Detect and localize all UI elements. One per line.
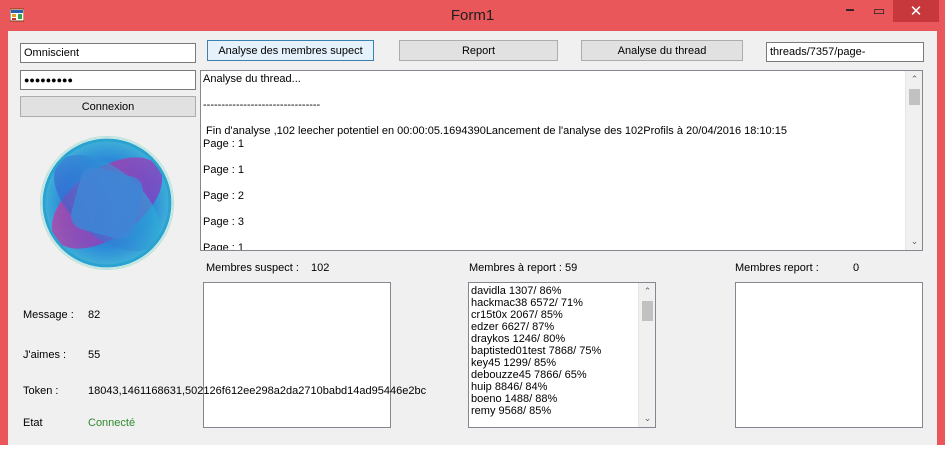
analyse-thread-button[interactable]: Analyse du thread — [581, 40, 743, 61]
scroll-down-icon[interactable]: ⌄ — [639, 410, 655, 427]
to-report-scroll-thumb[interactable] — [642, 301, 653, 321]
report-button[interactable]: Report — [399, 40, 558, 61]
connect-button[interactable]: Connexion — [20, 96, 196, 117]
title-bar[interactable]: Form1 🗕 ▭ ✕ — [0, 0, 945, 31]
close-icon: ✕ — [909, 3, 923, 20]
message-value: 82 — [88, 309, 101, 321]
log-line: Fin d'analyse ,102 leecher potentiel en … — [203, 125, 787, 137]
list-item[interactable]: edzer 6627/ 87% — [469, 321, 655, 333]
form-client-area: Omniscient ●●●●●●●●● Connexion Analyse d… — [8, 31, 937, 445]
list-item[interactable]: draykos 1246/ 80% — [469, 333, 655, 345]
list-item[interactable]: hackmac38 6572/ 71% — [469, 297, 655, 309]
scroll-down-icon[interactable]: ⌄ — [906, 233, 922, 250]
suspects-count: 102 — [311, 262, 330, 274]
minimize-icon: 🗕 — [845, 1, 855, 16]
log-textbox[interactable]: Analyse du thread... --------------------… — [200, 70, 923, 251]
log-line: Page : 3 — [203, 216, 244, 228]
state-label: Etat — [23, 417, 43, 429]
log-lines: Analyse du thread... --------------------… — [201, 71, 922, 251]
log-line: Page : 1 — [203, 138, 244, 150]
message-label: Message : — [23, 309, 74, 321]
app-window: Form1 🗕 ▭ ✕ Omniscient ●●●●●●●●● Connexi… — [0, 0, 945, 452]
list-item[interactable]: davidla 1307/ 86% — [469, 285, 655, 297]
state-value: Connecté — [88, 417, 136, 429]
minimize-button[interactable]: 🗕 — [835, 0, 865, 22]
thread-url-input[interactable]: threads/7357/page- — [766, 42, 924, 62]
reported-label: Membres report : — [735, 262, 819, 274]
to-report-scrollbar[interactable]: ⌃ ⌄ — [638, 283, 655, 427]
background-peek — [0, 445, 945, 452]
close-button[interactable]: ✕ — [893, 0, 939, 22]
suspects-listbox[interactable] — [203, 282, 391, 428]
to-report-listbox[interactable]: davidla 1307/ 86% hackmac38 6572/ 71% cr15… — [468, 282, 656, 428]
log-line: Page : 1 — [203, 164, 244, 176]
maximize-button[interactable]: ▭ — [865, 0, 893, 22]
list-item[interactable]: cr15t0x 2067/ 85% — [469, 309, 655, 321]
log-line: Analyse du thread... — [203, 73, 301, 85]
log-scroll-thumb[interactable] — [909, 89, 920, 105]
list-item[interactable]: remy 9568/ 85% — [469, 405, 655, 417]
log-scrollbar[interactable]: ⌃ ⌄ — [905, 71, 922, 250]
list-item[interactable]: baptisted01test 7868/ 75% — [469, 345, 655, 357]
username-input[interactable]: Omniscient — [20, 43, 196, 63]
token-value: 18043,1461168631,502126f612ee298a2da2710… — [88, 385, 427, 397]
to-report-label: Membres à report : 59 — [469, 262, 578, 274]
log-line: -------------------------------- — [203, 99, 321, 111]
log-line: Page : 2 — [203, 190, 244, 202]
reported-count: 0 — [853, 262, 860, 274]
window-title: Form1 — [450, 7, 495, 24]
app-logo-image — [40, 136, 174, 270]
list-item[interactable]: debouzze45 7866/ 65% — [469, 369, 655, 381]
list-item[interactable]: huip 8846/ 84% — [469, 381, 655, 393]
likes-value: 55 — [88, 349, 101, 361]
scroll-up-icon[interactable]: ⌃ — [639, 283, 655, 300]
scroll-up-icon[interactable]: ⌃ — [906, 71, 922, 88]
password-input[interactable]: ●●●●●●●●● — [20, 70, 196, 90]
suspects-label: Membres suspect : — [206, 262, 299, 274]
reported-listbox[interactable] — [735, 282, 923, 428]
list-item[interactable]: key45 1299/ 85% — [469, 357, 655, 369]
list-item[interactable]: boeno 1488/ 88% — [469, 393, 655, 405]
likes-label: J'aimes : — [23, 349, 67, 361]
log-line: Page : 1 — [203, 242, 244, 251]
to-report-items: davidla 1307/ 86% hackmac38 6572/ 71% cr15… — [469, 283, 655, 417]
analyse-members-button[interactable]: Analyse des membres supect — [207, 40, 374, 61]
token-label: Token : — [23, 385, 59, 397]
maximize-icon: ▭ — [872, 3, 886, 18]
